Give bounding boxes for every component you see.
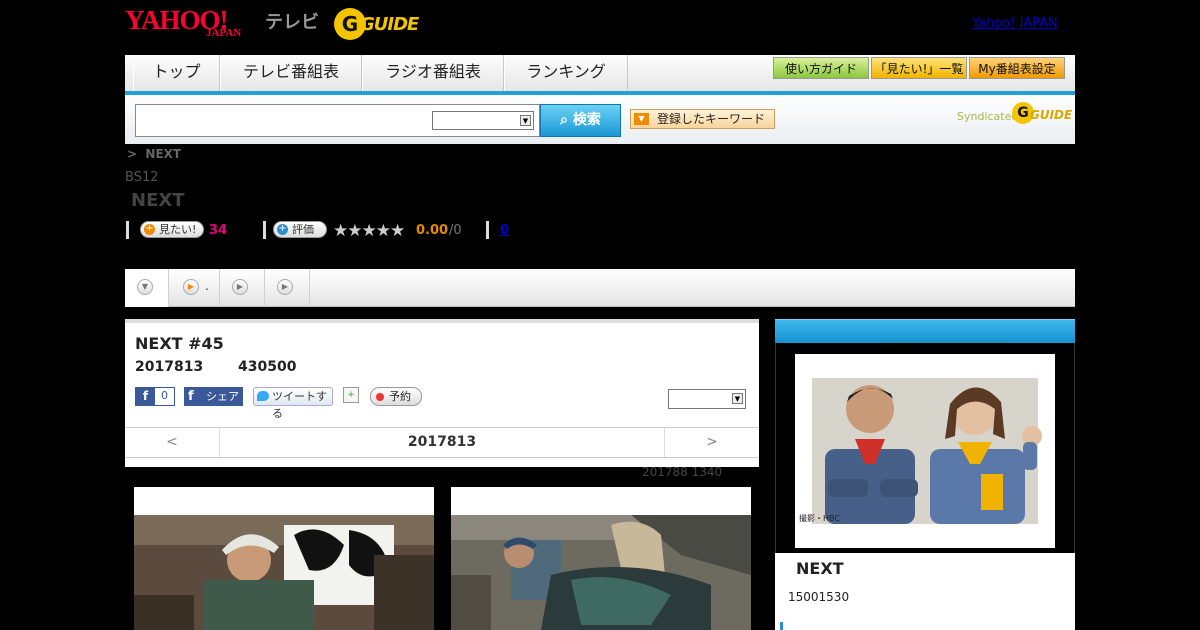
syndicated-label: Syndicated [957, 110, 1019, 123]
tab-video[interactable]: ▶ . [169, 269, 220, 307]
play-icon: ▶ [183, 279, 199, 295]
chevron-down-icon: ▼ [520, 115, 531, 126]
nav-tab-tv-listings[interactable]: テレビ番組表 [220, 55, 362, 91]
divider [263, 221, 266, 239]
nav-tab-ranking[interactable]: ランキング [504, 55, 628, 91]
rate-button-label: 評価 [292, 223, 314, 236]
updated-timestamp: 201788 1340 [642, 465, 723, 479]
rate-button[interactable]: + 評価 [273, 221, 327, 238]
breadcrumb: > NEXT [127, 147, 181, 161]
play-icon: ▶ [277, 279, 293, 295]
want-count: 34 [209, 223, 228, 238]
tab-play-3[interactable]: ▶ [265, 269, 310, 307]
sidebar-program-title: NEXT [796, 559, 844, 578]
breadcrumb-current: NEXT [145, 147, 182, 161]
pager-prev-button[interactable]: < [125, 428, 220, 457]
sidebar-program-time: 15001530 [788, 590, 850, 604]
guide-button[interactable]: 使い方ガイド [773, 57, 869, 79]
rating-total: /0 [449, 223, 462, 238]
want-button-label: 見たい! [159, 223, 197, 236]
photo-credit: 撮影・HBC [799, 514, 840, 523]
sidebar-header [775, 319, 1075, 343]
pager-next-button[interactable]: > [664, 428, 759, 457]
rating-value: 0.00 [416, 223, 449, 238]
chevron-down-icon: ▼ [137, 279, 153, 295]
facebook-icon: f [136, 388, 155, 405]
search-button-label: 検索 [572, 112, 601, 128]
nav-tab-top[interactable]: トップ [133, 55, 220, 91]
divider [126, 221, 129, 239]
syndicated-logo-text: GUIDE [1030, 108, 1073, 122]
episode-thumbnail-2[interactable] [451, 487, 751, 630]
yahoo-japan-link[interactable]: Yahoo! JAPAN [972, 16, 1058, 31]
want-button[interactable]: + 見たい! [140, 221, 204, 238]
facebook-share-button[interactable]: f シェア [184, 387, 243, 406]
reserve-label: 予約 [389, 390, 411, 403]
facebook-share-label: シェア [206, 390, 239, 403]
channel-name: BS12 [125, 170, 159, 185]
cattle-care-photo [451, 515, 751, 630]
saved-keywords-label: 登録したキーワード [657, 112, 766, 126]
gguide-logo-text: GUIDE [360, 14, 419, 35]
gguide-logo[interactable]: G GUIDE [334, 8, 430, 40]
saved-keywords-button[interactable]: ▼ 登録したキーワード [630, 109, 775, 129]
episode-select[interactable]: ▼ [668, 389, 746, 409]
facebook-icon: f [188, 389, 194, 404]
dropdown-arrow-icon: ▼ [634, 113, 649, 125]
dairy-farm-photo [134, 515, 434, 630]
calendar-add-icon[interactable]: + [343, 387, 359, 403]
pager-current-date: 2017813 [407, 434, 477, 450]
comment-count-link[interactable]: 0 [500, 223, 509, 238]
tv-label: テレビ [265, 12, 319, 33]
yahoo-japan-sublogo: JAPAN [206, 27, 242, 39]
facebook-like-count: 0 [161, 389, 168, 402]
category-select[interactable]: ▼ [432, 111, 534, 130]
hosts-photo[interactable]: 撮影・HBC [795, 354, 1055, 548]
tab-program-info[interactable]: ▼ [125, 269, 169, 307]
main-nav: トップ テレビ番組表 ラジオ番組表 ランキング 使い方ガイド 「見たい!」一覧 … [125, 55, 1075, 95]
episode-title: NEXT #45 [135, 334, 224, 353]
record-dot-icon [376, 393, 384, 401]
twitter-bird-icon [257, 391, 269, 401]
content-tabs: ▼ ▶ . ▶ ▶ [125, 269, 1075, 307]
search-icon: ⌕ [560, 112, 573, 128]
sidebar-accent-bar [780, 622, 783, 630]
plus-icon: + [277, 223, 288, 235]
tweet-button[interactable]: ツイートする [253, 387, 333, 420]
chevron-down-icon: ▼ [732, 393, 743, 404]
divider [486, 221, 489, 239]
tab-video-label: . [205, 279, 209, 293]
play-icon: ▶ [232, 279, 248, 295]
breadcrumb-separator: > [127, 147, 138, 161]
plus-icon: + [144, 223, 155, 235]
want-list-button[interactable]: 「見たい!」一覧 [871, 57, 967, 79]
facebook-like-button[interactable]: f 0 [135, 387, 175, 406]
episode-pager: < 2017813 > [125, 427, 759, 458]
episode-thumbnail-1[interactable] [134, 487, 434, 630]
episode-time: 430500 [238, 359, 297, 375]
rating-stars: ★★★★★ [333, 221, 405, 241]
my-listing-settings-button[interactable]: My番組表設定 [969, 57, 1065, 79]
program-title: NEXT [131, 190, 185, 211]
tab-play-2[interactable]: ▶ [220, 269, 265, 307]
nav-tab-radio-listings[interactable]: ラジオ番組表 [362, 55, 504, 91]
reserve-button[interactable]: 予約 [370, 387, 422, 406]
episode-date: 2017813 [135, 359, 204, 375]
search-button[interactable]: ⌕ 検索 [540, 104, 621, 137]
